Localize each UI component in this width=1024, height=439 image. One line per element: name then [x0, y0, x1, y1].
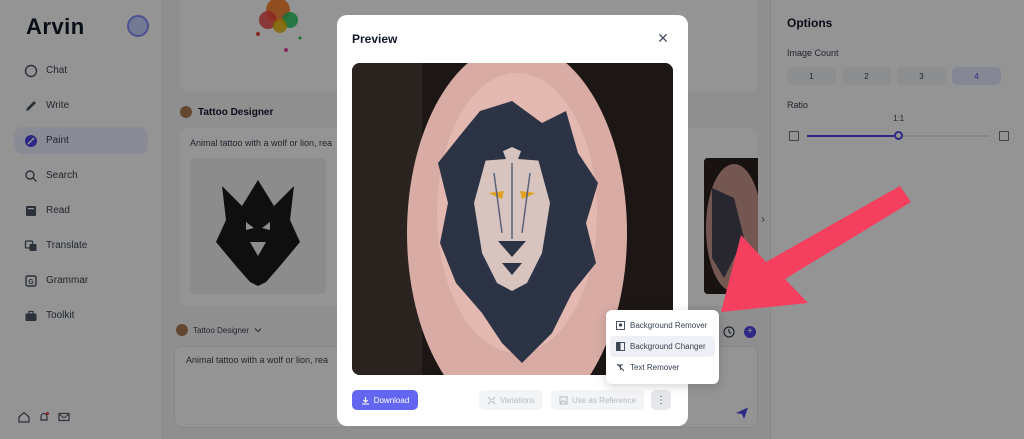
menu-item-text-remover[interactable]: Text Remover	[610, 357, 715, 378]
menu-item-background-changer[interactable]: Background Changer	[610, 336, 715, 357]
menu-item-label: Background Remover	[630, 321, 708, 330]
menu-item-label: Background Changer	[630, 342, 706, 351]
more-options-menu: Background Remover Background Changer Te…	[606, 310, 719, 384]
download-button[interactable]: Download	[352, 390, 418, 410]
menu-item-background-remover[interactable]: Background Remover	[610, 315, 715, 336]
download-icon	[361, 396, 369, 405]
variations-button[interactable]: Variations	[479, 390, 543, 410]
modal-title: Preview	[352, 32, 398, 46]
use-as-reference-button[interactable]: Use as Reference	[551, 390, 644, 410]
variations-label: Variations	[500, 395, 535, 405]
use-as-reference-label: Use as Reference	[571, 395, 637, 405]
image-icon	[559, 396, 568, 404]
background-remover-icon	[616, 321, 625, 330]
text-remover-icon	[616, 363, 625, 372]
menu-item-label: Text Remover	[630, 363, 680, 372]
more-options-icon[interactable]: ⋮	[651, 390, 671, 410]
close-icon[interactable]: ✕	[656, 31, 670, 45]
background-changer-icon	[616, 342, 625, 351]
download-label: Download	[373, 395, 410, 405]
variations-icon	[487, 396, 496, 404]
